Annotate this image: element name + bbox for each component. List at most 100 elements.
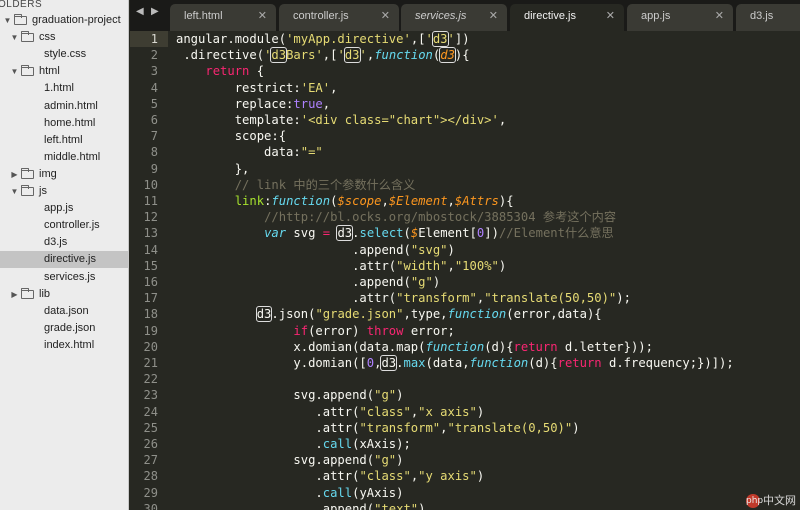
code-line: .append("text") xyxy=(176,501,426,510)
close-icon[interactable]: ✕ xyxy=(381,4,390,28)
code-line: .attr("class","x axis") xyxy=(176,404,485,419)
sidebar-folder[interactable]: ▼ css xyxy=(0,29,128,46)
code-line: var svg = d3.select($Element[0])//Elemen… xyxy=(264,225,614,242)
sidebar-file[interactable]: middle.html xyxy=(0,149,128,166)
tab-directive-js[interactable]: directive.js ✕ xyxy=(510,4,624,31)
code-line: // link 中的三个参数什么含义 xyxy=(234,177,416,192)
line-number: 20 xyxy=(143,339,158,354)
sidebar-file[interactable]: home.html xyxy=(0,115,128,132)
code-line: .append("g") xyxy=(176,275,441,289)
code-line: .attr("class","y axis") xyxy=(176,469,485,484)
tab-label: controller.js xyxy=(293,10,349,22)
code-line: angular.module('myApp.directive',['d3']) xyxy=(176,31,470,47)
chevron-right-icon[interactable]: ▶ xyxy=(10,286,19,303)
code-line: data:"=" xyxy=(176,145,323,160)
code-line: restrict:'EA', xyxy=(176,80,338,95)
sidebar-file[interactable]: data.json xyxy=(0,303,128,320)
sidebar-item-label: graduation-project xyxy=(32,14,121,26)
code-line: link:function($scope,$Element,$Attrs){ xyxy=(234,194,514,208)
line-number: 3 xyxy=(150,64,158,79)
chevron-down-icon[interactable]: ▼ xyxy=(3,12,12,29)
sidebar-file[interactable]: admin.html xyxy=(0,98,128,115)
sidebar-item-label: directive.js xyxy=(44,253,96,266)
line-number: 7 xyxy=(150,129,158,144)
chevron-down-icon[interactable]: ▼ xyxy=(10,183,19,200)
sidebar-item-label: lib xyxy=(39,287,51,300)
close-icon[interactable]: ✕ xyxy=(258,4,267,28)
code-line: .call(xAxis); xyxy=(176,437,411,451)
tab-label: app.js xyxy=(641,10,671,22)
line-number: 6 xyxy=(150,113,158,127)
tab-services-js[interactable]: services.js ✕ xyxy=(401,4,507,31)
close-icon[interactable]: ✕ xyxy=(715,4,724,28)
sidebar-item-label: controller.js xyxy=(44,219,100,232)
chevron-right-icon[interactable]: ▶ xyxy=(10,166,19,183)
sidebar-folder[interactable]: ▶ img xyxy=(0,166,128,183)
sidebar-file[interactable]: grade.json xyxy=(0,320,128,337)
sidebar-item-label: data.json xyxy=(44,304,89,317)
sidebar-header: OLDERS xyxy=(0,0,43,10)
line-number: 2 xyxy=(150,48,158,63)
code-line: replace:true, xyxy=(176,96,331,111)
code-line: //http://bl.ocks.org/mbostock/3885304 参考… xyxy=(264,210,617,225)
sidebar-file[interactable]: index.html xyxy=(0,337,128,354)
sidebar-item-label: left.html xyxy=(44,133,83,146)
code-line: if(error) throw error; xyxy=(293,323,455,338)
folder-icon xyxy=(21,185,34,196)
sidebar-item-label: d3.js xyxy=(44,236,68,249)
tab-prev-icon[interactable]: ◀ xyxy=(136,6,144,17)
close-icon[interactable]: ✕ xyxy=(489,4,498,28)
code-line: svg.append("g") xyxy=(176,388,404,403)
code-line: }, xyxy=(176,161,250,176)
sidebar-file[interactable]: d3.js xyxy=(0,234,128,251)
sidebar-file[interactable]: left.html xyxy=(0,132,128,149)
close-icon[interactable]: ✕ xyxy=(606,4,615,28)
sidebar-item-label: grade.json xyxy=(44,321,96,334)
code-line: y.domian([0,d3.max(data,function(d){retu… xyxy=(176,355,734,371)
folder-icon xyxy=(21,31,34,43)
code-line: .attr("transform","translate(50,50)"); xyxy=(176,291,631,306)
code-line: d3.json("grade.json",type,function(error… xyxy=(255,306,602,323)
code-line: return { xyxy=(205,64,265,79)
line-number: 30 xyxy=(143,501,158,510)
tab-d3-js[interactable]: d3.js xyxy=(736,4,800,31)
sidebar-item-label: 1.html xyxy=(44,82,74,95)
sidebar-item-label: middle.html xyxy=(44,150,101,163)
watermark: php中文网 xyxy=(746,494,796,508)
line-number: 24 xyxy=(143,404,158,419)
sidebar-file[interactable]: directive.js xyxy=(0,251,128,269)
line-number: 29 xyxy=(143,485,158,500)
code-line: .directive('d3Bars',['d3',function(d3){ xyxy=(176,47,470,64)
sidebar-item-label: css xyxy=(39,31,56,44)
tab-left-html[interactable]: left.html ✕ xyxy=(170,4,276,31)
line-number: 1 xyxy=(150,32,158,46)
line-number: 28 xyxy=(143,469,158,484)
folder-icon xyxy=(21,65,34,77)
sidebar-item-label: app.js xyxy=(44,202,74,215)
line-number: 19 xyxy=(143,323,158,338)
watermark-text: 中文网 xyxy=(763,494,796,507)
chevron-down-icon[interactable]: ▼ xyxy=(10,63,19,80)
sidebar-folder[interactable]: ▼ graduation-project xyxy=(0,12,128,29)
sidebar-folder[interactable]: ▶ lib xyxy=(0,286,128,303)
chevron-down-icon[interactable]: ▼ xyxy=(10,29,19,46)
code-editor[interactable]: angular.module('myApp.directive',['d3'])… xyxy=(176,31,800,510)
sidebar-file[interactable]: controller.js xyxy=(0,217,128,234)
sidebar-file[interactable]: app.js xyxy=(0,200,128,217)
sidebar-file[interactable]: services.js xyxy=(0,269,128,286)
sidebar-folder[interactable]: ▼ js xyxy=(0,183,128,200)
code-line: scope:{ xyxy=(176,129,287,144)
folder-icon xyxy=(21,287,34,299)
sidebar-file[interactable]: style.css xyxy=(0,46,128,63)
folder-icon xyxy=(21,167,34,179)
sidebar-item-label: home.html xyxy=(44,116,96,129)
tab-next-icon[interactable]: ▶ xyxy=(151,6,159,17)
sidebar-file[interactable]: 1.html xyxy=(0,80,128,97)
line-number: 26 xyxy=(143,437,158,451)
tab-app-js[interactable]: app.js ✕ xyxy=(627,4,733,31)
line-number: 23 xyxy=(143,388,158,403)
tab-controller-js[interactable]: controller.js ✕ xyxy=(279,4,399,31)
sidebar-folder[interactable]: ▼ html xyxy=(0,63,128,80)
line-number: 22 xyxy=(143,372,158,387)
sidebar-item-label: style.css xyxy=(44,48,87,61)
